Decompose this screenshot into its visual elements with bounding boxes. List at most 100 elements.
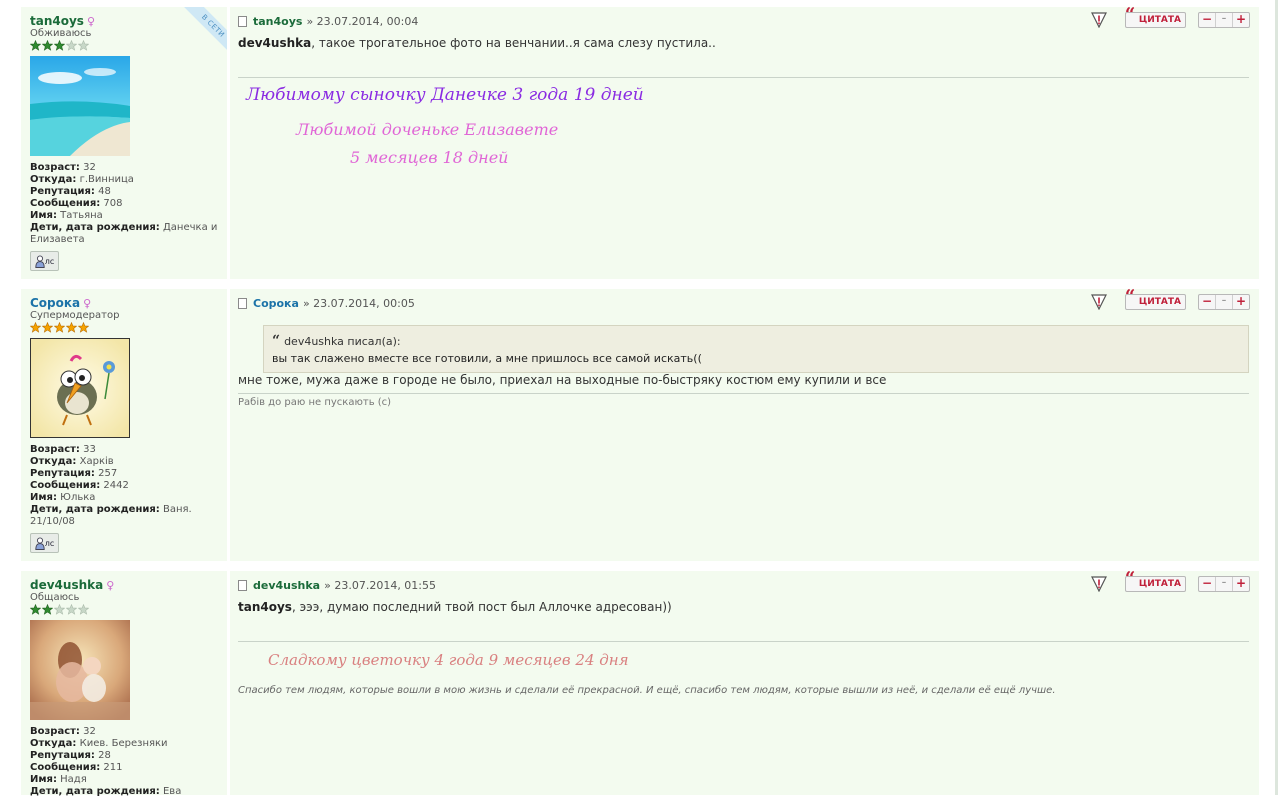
vote-controls: − – +: [1198, 12, 1250, 28]
post-date: » 23.07.2014, 01:55: [324, 579, 437, 592]
user-profile-fields: Возраст: 32 Откуда: г.Винница Репутация:…: [30, 162, 220, 246]
post-icon: [238, 298, 247, 309]
star-empty-icon: [66, 604, 77, 615]
user-profile-panel: dev4ushka ♀ Общаюсь Возраст: 32 Откуда: …: [21, 571, 227, 797]
profile-field-children: Дети, дата рождения: Ваня. 21/10/08: [30, 504, 192, 527]
star-empty-icon: [78, 604, 89, 615]
vote-down-button[interactable]: −: [1199, 295, 1216, 309]
post-body: dev4ushka, такое трогательное фото на ве…: [238, 36, 716, 50]
username-link[interactable]: dev4ushka ♀: [30, 578, 114, 592]
profile-field-reputation: Репутация: 257: [30, 468, 118, 479]
star-filled-icon: [54, 40, 65, 51]
profile-field-age: Возраст: 32: [30, 726, 96, 737]
vote-up-button[interactable]: +: [1233, 13, 1249, 27]
profile-field-name: Имя: Татьяна: [30, 210, 103, 221]
star-filled-icon: [42, 40, 53, 51]
quoted-message: “dev4ushka писал(а): вы так слажено вмес…: [263, 325, 1249, 373]
post-tools: ЦИТАТА − – +: [1090, 290, 1250, 310]
post-icon: [238, 580, 247, 591]
user-icon: [35, 536, 45, 550]
profile-field-age: Возраст: 32: [30, 162, 96, 173]
star-gold-icon: [30, 322, 41, 333]
username-link[interactable]: Сорока ♀: [30, 296, 91, 310]
post-header: dev4ushka » 23.07.2014, 01:55: [238, 579, 436, 592]
user-rank: Супермодератор: [30, 310, 120, 321]
signature-line: Любимому сыночку Данечке 3 года 19 дней: [246, 85, 644, 105]
signature-separator: [238, 393, 1249, 394]
profile-field-age: Возраст: 33: [30, 444, 96, 455]
female-icon: ♀: [106, 579, 115, 592]
profile-field-name: Имя: Надя: [30, 774, 87, 785]
profile-field-messages: Сообщения: 708: [30, 198, 123, 209]
star-empty-icon: [54, 604, 65, 615]
female-icon: ♀: [86, 15, 95, 28]
vote-down-button[interactable]: −: [1199, 13, 1216, 27]
profile-field-location: Откуда: Киев. Березняки: [30, 738, 168, 749]
post-author-link[interactable]: tan4oys: [253, 15, 302, 28]
quote-button[interactable]: ЦИТАТА: [1124, 290, 1186, 310]
vote-neutral-button[interactable]: –: [1216, 577, 1233, 591]
quote-button[interactable]: ЦИТАТА: [1124, 8, 1186, 28]
signature-line: 5 месяцев 18 дней: [350, 148, 509, 167]
private-message-button[interactable]: лс: [30, 533, 59, 553]
star-gold-icon: [78, 322, 89, 333]
star-filled-icon: [42, 604, 53, 615]
vote-neutral-button[interactable]: –: [1216, 13, 1233, 27]
post-author-link[interactable]: Сорока: [253, 297, 299, 310]
post-tools: ЦИТАТА − – +: [1090, 8, 1250, 28]
report-icon[interactable]: [1090, 576, 1107, 592]
report-icon[interactable]: [1090, 12, 1107, 28]
mentioned-user[interactable]: dev4ushka: [238, 36, 311, 50]
post-date: » 23.07.2014, 00:05: [302, 297, 415, 310]
user-avatar[interactable]: [30, 620, 130, 720]
profile-field-location: Откуда: Харків: [30, 456, 114, 467]
rank-stars: [30, 604, 89, 615]
quote-text: вы так слажено вместе все готовили, а мн…: [272, 352, 702, 365]
star-filled-icon: [30, 40, 41, 51]
profile-field-reputation: Репутация: 48: [30, 186, 111, 197]
vote-up-button[interactable]: +: [1233, 295, 1249, 309]
vote-neutral-button[interactable]: –: [1216, 295, 1233, 309]
signature-line: Любимой доченьке Елизавете: [296, 120, 559, 139]
user-icon: [35, 254, 45, 268]
signature-text: Рабів до раю не пускають (с): [238, 397, 392, 408]
profile-field-name: Имя: Юлька: [30, 492, 96, 503]
profile-field-reputation: Репутация: 28: [30, 750, 111, 761]
mentioned-user[interactable]: tan4oys: [238, 600, 292, 614]
post-content: Сорока » 23.07.2014, 00:05 ЦИТАТА − – + …: [230, 289, 1259, 561]
post-body: tan4oys, эээ, думаю последний твой пост …: [238, 600, 672, 614]
star-gold-icon: [66, 322, 77, 333]
profile-field-messages: Сообщения: 2442: [30, 480, 129, 491]
star-gold-icon: [42, 322, 53, 333]
vote-up-button[interactable]: +: [1233, 577, 1249, 591]
vote-down-button[interactable]: −: [1199, 577, 1216, 591]
forum-post: tan4oys ♀ Обживаюсь Возраст: 32 Откуда: …: [21, 7, 1259, 279]
online-status-badge: В СЕТИ: [171, 7, 227, 63]
female-icon: ♀: [83, 297, 92, 310]
vote-controls: − – +: [1198, 294, 1250, 310]
user-avatar[interactable]: [30, 338, 130, 438]
report-icon[interactable]: [1090, 294, 1107, 310]
profile-field-messages: Сообщения: 211: [30, 762, 123, 773]
signature-script-line: Сладкому цветочку 4 года 9 месяцев 24 дн…: [268, 651, 629, 669]
rank-stars: [30, 40, 89, 51]
user-avatar[interactable]: [30, 56, 130, 156]
post-body: мне тоже, мужа даже в городе не было, пр…: [238, 373, 887, 387]
post-header: tan4oys » 23.07.2014, 00:04: [238, 15, 418, 28]
profile-field-children: Дети, дата рождения: Данечка и Елизавета: [30, 222, 218, 245]
post-content: tan4oys » 23.07.2014, 00:04 ЦИТАТА − – +…: [230, 7, 1259, 279]
user-profile-panel: Сорока ♀ Супермодератор Возраст: 33 Отку…: [21, 289, 227, 561]
quote-button[interactable]: ЦИТАТА: [1124, 572, 1186, 592]
post-date: » 23.07.2014, 00:04: [306, 15, 419, 28]
post-tools: ЦИТАТА − – +: [1090, 572, 1250, 592]
forum-post: Сорока ♀ Супермодератор Возраст: 33 Отку…: [21, 289, 1259, 561]
post-author-link[interactable]: dev4ushka: [253, 579, 320, 592]
profile-field-location: Откуда: г.Винница: [30, 174, 134, 185]
star-empty-icon: [66, 40, 77, 51]
signature-separator: [238, 77, 1249, 78]
user-profile-fields: Возраст: 33 Откуда: Харків Репутация: 25…: [30, 444, 220, 528]
star-gold-icon: [54, 322, 65, 333]
private-message-button[interactable]: лс: [30, 251, 59, 271]
post-icon: [238, 16, 247, 27]
username-link[interactable]: tan4oys ♀: [30, 14, 95, 28]
